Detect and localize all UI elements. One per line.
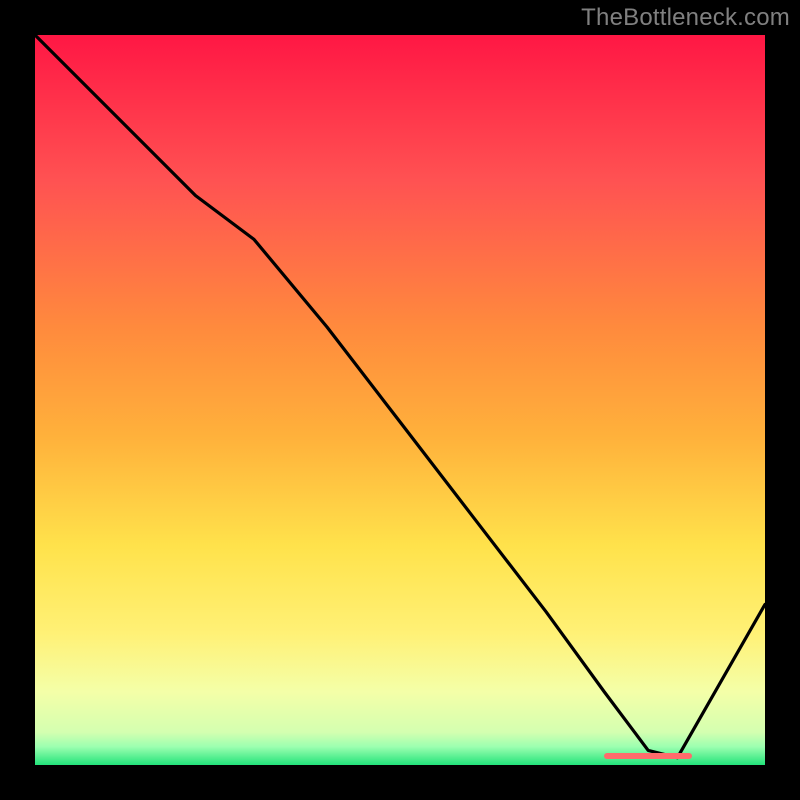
plot-area (35, 35, 765, 765)
chart-container: TheBottleneck.com (0, 0, 800, 800)
bottleneck-chart (35, 35, 765, 765)
optimal-range-band (604, 753, 692, 759)
watermark-label: TheBottleneck.com (581, 4, 790, 32)
